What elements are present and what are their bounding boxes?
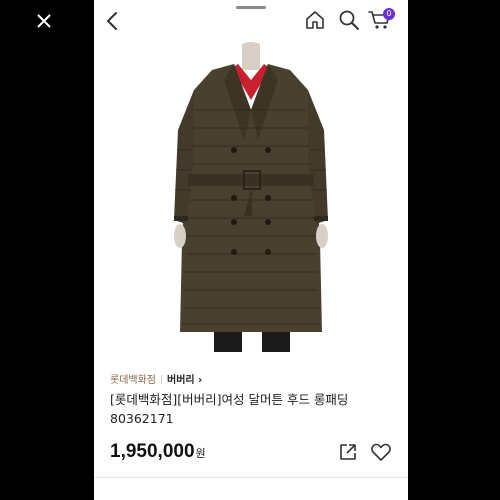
- drag-handle[interactable]: [236, 6, 266, 9]
- product-image[interactable]: [94, 40, 408, 352]
- store-name[interactable]: 롯데백화점: [110, 375, 156, 386]
- chevron-left-icon[interactable]: [102, 10, 124, 32]
- brand-link[interactable]: 버버리 ›: [167, 375, 202, 386]
- close-icon[interactable]: [33, 10, 55, 32]
- currency-unit: 원: [195, 447, 206, 460]
- divider: [161, 375, 162, 384]
- product-price: 1,950,000: [110, 441, 195, 462]
- heart-icon[interactable]: [370, 442, 392, 462]
- search-icon[interactable]: [338, 9, 360, 31]
- top-bar: 0: [94, 0, 408, 40]
- share-icon[interactable]: [338, 442, 358, 462]
- price-row: 1,950,000원: [110, 441, 206, 463]
- seller-row: 롯데백화점 버버리 ›: [110, 371, 202, 386]
- screen: 0 롯데백화점 버버리 › [롯데백화점][버버리]여성 달머튼 후드 롱패딩 …: [0, 0, 500, 500]
- cart-count-badge: 0: [383, 8, 395, 20]
- product-title: [롯데백화점][버버리]여성 달머튼 후드 롱패딩 80362171: [110, 392, 349, 426]
- coat-illustration: [174, 42, 328, 352]
- product-detail-page: 0 롯데백화점 버버리 › [롯데백화점][버버리]여성 달머튼 후드 롱패딩 …: [94, 0, 408, 500]
- divider: [94, 477, 408, 478]
- home-icon[interactable]: [304, 9, 326, 31]
